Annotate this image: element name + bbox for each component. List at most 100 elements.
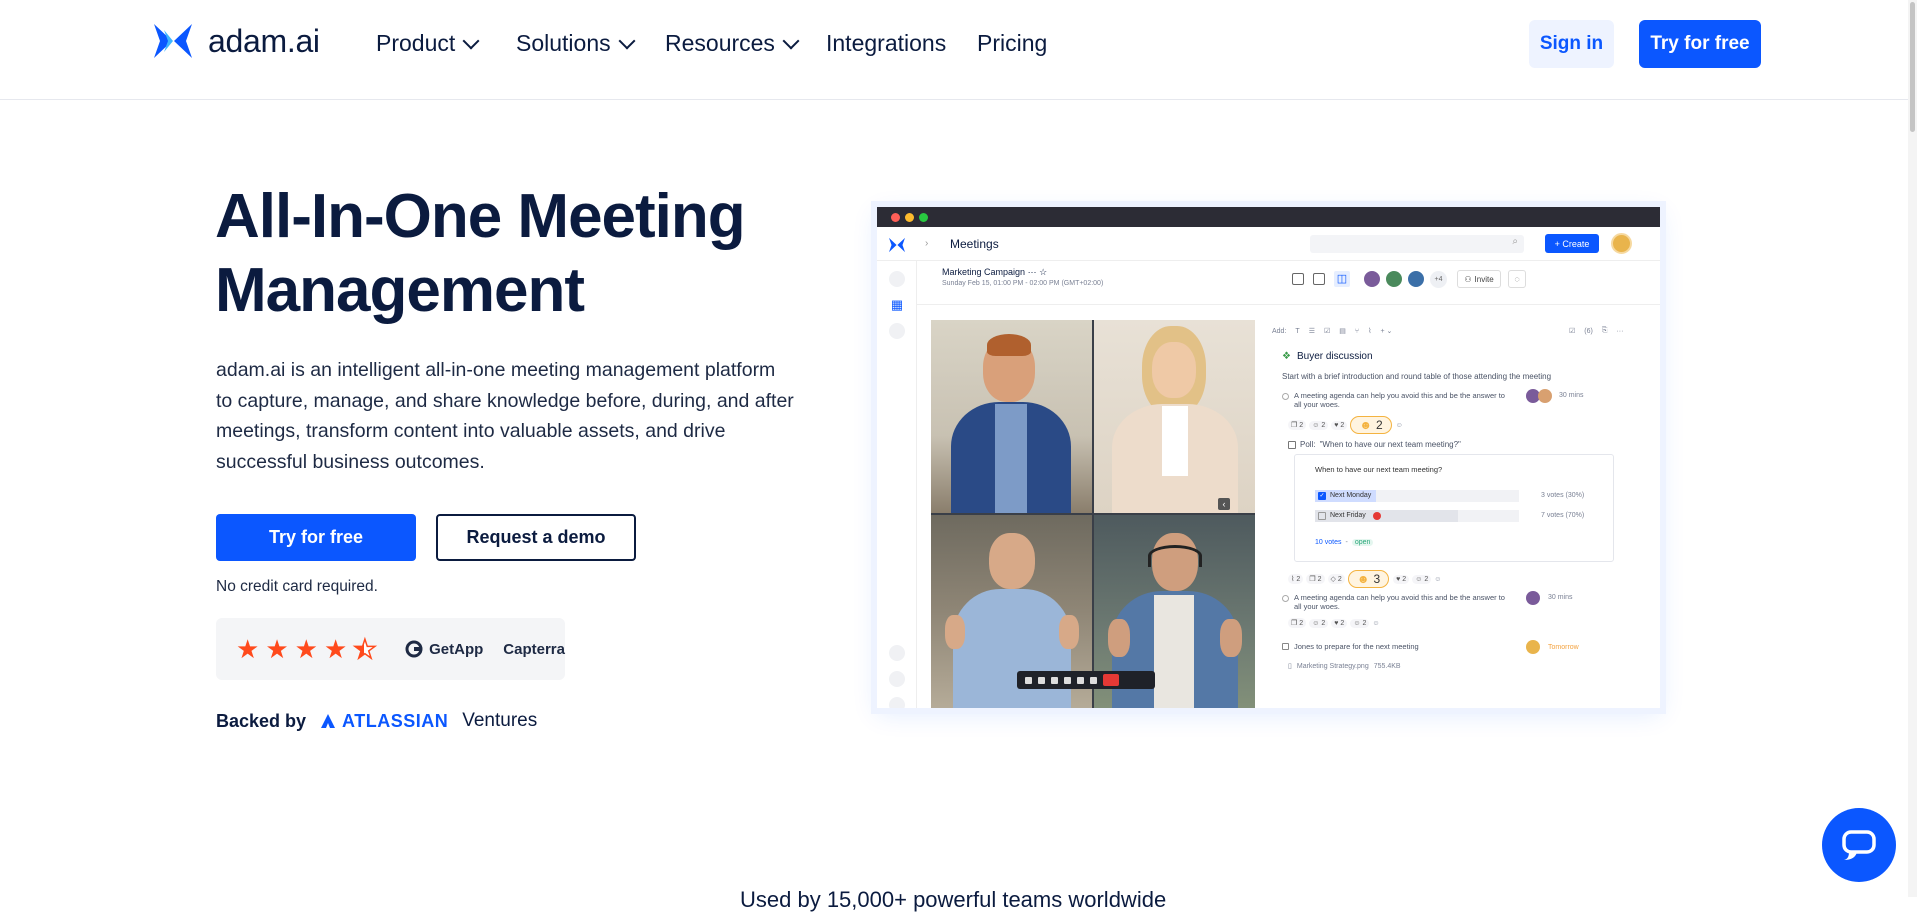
attachment-icon[interactable]: ⌇ — [1368, 327, 1371, 335]
sidebar-item[interactable] — [889, 645, 905, 661]
poll-total[interactable]: 10 votes — [1315, 539, 1341, 546]
invite-label: Invite — [1474, 274, 1494, 284]
agenda-intro: Start with a brief introduction and roun… — [1282, 372, 1552, 381]
nav-solutions[interactable]: Solutions — [516, 30, 636, 57]
app-header: › Meetings ⌕ + Create — [877, 227, 1660, 261]
nav-solutions-label: Solutions — [516, 30, 611, 56]
export-icon[interactable]: ⎘ — [1602, 327, 1608, 335]
reaction-chip[interactable]: ☺ 2 — [1350, 618, 1370, 628]
reaction-chip[interactable]: ❐ 2 — [1288, 420, 1307, 430]
reaction-chip[interactable]: ◇ 2 — [1327, 574, 1345, 584]
section-title: Meetings — [950, 237, 999, 251]
nav-pricing[interactable]: Pricing — [977, 30, 1047, 57]
try-for-free-button[interactable]: Try for free — [216, 514, 416, 561]
add-reaction-icon[interactable]: ☺ — [1372, 620, 1379, 627]
reaction-chip[interactable]: ☺ 2 — [1309, 618, 1329, 628]
reaction-chip[interactable]: ♥ 2 — [1393, 574, 1410, 584]
screen-share-icon[interactable] — [1051, 676, 1058, 684]
poll-header: Poll: "When to have our next team meetin… — [1288, 440, 1461, 449]
user-avatar[interactable] — [1611, 233, 1632, 254]
toolbar-add-label: Add: — [1272, 327, 1287, 335]
getapp-icon — [405, 640, 423, 658]
attachment-size: 755.4KB — [1373, 662, 1401, 670]
reaction-chip[interactable]: ❐ 2 — [1306, 574, 1325, 584]
request-demo-button[interactable]: Request a demo — [436, 514, 636, 561]
nav-product[interactable]: Product — [376, 30, 480, 57]
reaction-chip[interactable]: ☺ 2 — [1412, 574, 1432, 584]
nav-integrations[interactable]: Integrations — [826, 30, 946, 57]
camera-icon[interactable] — [1038, 676, 1045, 684]
add-user-icon: ⚇ — [1464, 274, 1472, 284]
meeting-title: Marketing Campaign — [942, 267, 1026, 277]
nav-pricing-label: Pricing — [977, 30, 1048, 56]
raise-hand-icon[interactable] — [1064, 676, 1071, 684]
invite-button[interactable]: ⚇ Invite — [1457, 270, 1501, 288]
nav-product-label: Product — [376, 30, 456, 56]
more-icon[interactable]: ··· — [1616, 328, 1623, 335]
try-for-free-nav-button[interactable]: Try for free — [1639, 20, 1761, 68]
checkbox-icon[interactable]: ☑ — [1324, 327, 1330, 335]
hero-title-line2: Management — [215, 256, 585, 325]
call-controls — [1017, 671, 1155, 689]
checkbox-checked-icon[interactable]: ✓ — [1318, 492, 1326, 500]
reaction-chip[interactable]: ♥ 2 — [1331, 420, 1348, 430]
sidebar-item[interactable] — [889, 323, 905, 339]
checklist-icon[interactable]: ☑ — [1569, 327, 1575, 335]
atlassian-icon — [321, 714, 336, 728]
poll-option-bar[interactable]: Next Friday — [1315, 510, 1519, 522]
adam-logo-icon — [154, 24, 192, 58]
scrollbar-track[interactable] — [1908, 0, 1917, 897]
search-input[interactable]: ⌕ — [1310, 235, 1524, 253]
note-radio[interactable] — [1282, 595, 1289, 602]
nav-resources[interactable]: Resources — [665, 30, 800, 57]
collapse-panel-icon[interactable]: ‹ — [1218, 498, 1230, 510]
poll-footer: 10 votes - open — [1315, 539, 1374, 546]
add-reaction-icon[interactable]: ☺ — [1396, 422, 1403, 429]
reaction-chip[interactable]: ⌇ 2 — [1288, 574, 1304, 584]
plus-icon[interactable]: + ⌄ — [1381, 327, 1393, 335]
reaction-chip-highlighted[interactable]: ☻ 3 — [1347, 570, 1390, 588]
poll-option-label: Next Monday — [1330, 492, 1372, 499]
search-icon: ⌕ — [1512, 236, 1518, 247]
add-reaction-icon[interactable]: ☺ — [1434, 576, 1441, 583]
star-outline-icon[interactable]: ☆ — [1039, 267, 1047, 277]
more-icon[interactable]: ··· — [1028, 267, 1040, 277]
sidebar-item[interactable] — [889, 671, 905, 687]
list-icon[interactable]: ☰ — [1309, 327, 1315, 335]
attachment-item[interactable]: ▯ Marketing Strategy.png 755.4KB — [1288, 662, 1401, 671]
end-call-icon[interactable] — [1103, 674, 1119, 686]
create-button[interactable]: + Create — [1545, 234, 1599, 253]
more-participants-badge[interactable]: +4 — [1430, 271, 1447, 288]
sidebar-item[interactable] — [889, 271, 905, 287]
poll-icon[interactable]: ▤ — [1339, 327, 1346, 335]
list-view-icon[interactable] — [1292, 273, 1304, 285]
logo[interactable]: adam.ai — [152, 22, 320, 60]
split-view-icon[interactable] — [1313, 273, 1325, 285]
grid-view-icon[interactable] — [1077, 676, 1084, 684]
text-icon[interactable]: T — [1295, 328, 1299, 335]
chat-bubble-icon[interactable]: ◌ — [1508, 270, 1526, 288]
atlassian-label: ATLASSIAN — [342, 710, 449, 731]
scrollbar-thumb[interactable] — [1910, 2, 1915, 132]
getapp-label: GetApp — [429, 640, 484, 658]
columns-view-icon[interactable]: ◫ — [1334, 271, 1350, 287]
reaction-chip-highlighted[interactable]: ☻ 2 — [1350, 416, 1392, 434]
microphone-icon[interactable] — [1025, 676, 1032, 684]
branch-icon[interactable]: ⑂ — [1355, 328, 1359, 335]
reaction-chip[interactable]: ☺ 2 — [1309, 420, 1329, 430]
poll-option-bar[interactable]: ✓ Next Monday — [1315, 490, 1519, 502]
note-radio[interactable] — [1282, 393, 1289, 400]
checkbox-icon[interactable] — [1318, 512, 1326, 520]
sign-in-button[interactable]: Sign in — [1529, 20, 1614, 68]
sidebar-item[interactable] — [889, 697, 905, 708]
more-options-icon[interactable] — [1090, 676, 1097, 684]
reaction-chip[interactable]: ❐ 2 — [1288, 618, 1307, 628]
participant-avatar — [1406, 269, 1426, 289]
calendar-icon[interactable]: ▦ — [889, 297, 905, 313]
task-checkbox[interactable] — [1282, 643, 1289, 650]
chat-widget-button[interactable] — [1822, 808, 1896, 882]
reaction-chip[interactable]: ♥ 2 — [1331, 618, 1348, 628]
capterra-label: Capterra — [503, 640, 565, 658]
chevron-down-icon — [462, 32, 480, 49]
star-icon: ★ — [236, 634, 260, 664]
